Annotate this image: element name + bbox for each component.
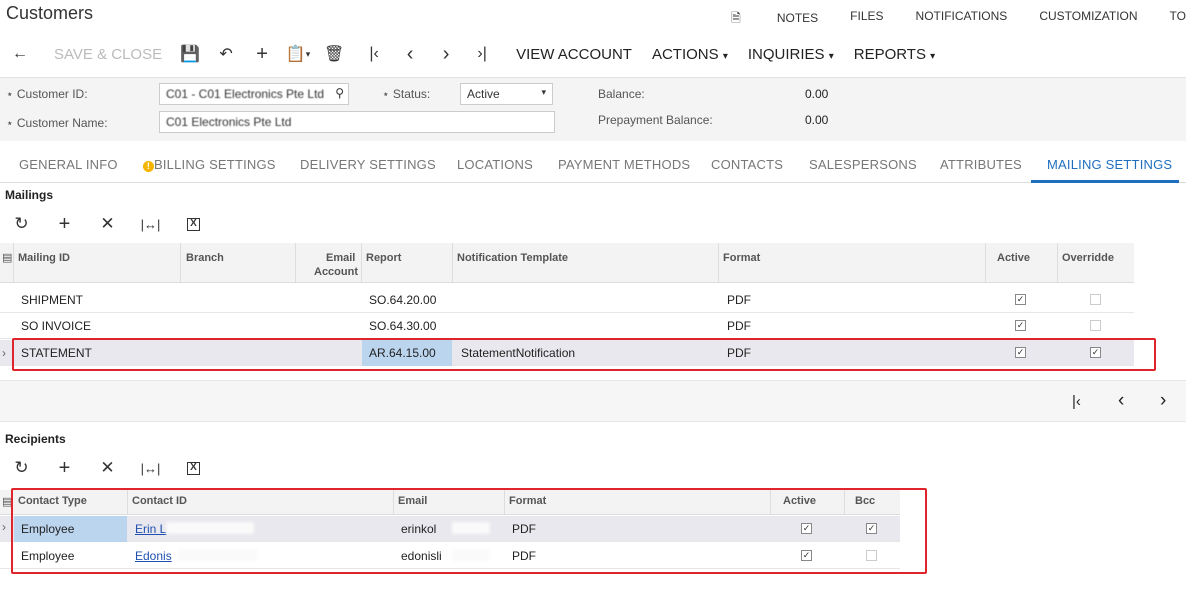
- col-mailing-id[interactable]: Mailing ID: [18, 252, 70, 264]
- mailings-grid-header: ▤ Mailing ID Branch Email Account Report…: [0, 243, 1134, 283]
- chevron-down-icon: ▾: [722, 50, 728, 62]
- tab-billing-settings[interactable]: ! BILLING SETTINGS: [143, 157, 276, 172]
- add-row-icon[interactable]: +: [43, 455, 86, 481]
- search-icon[interactable]: ⚲: [335, 86, 344, 100]
- tab-locations[interactable]: LOCATIONS: [457, 157, 533, 172]
- row-selector-icon: ›: [2, 520, 6, 534]
- recipients-section-title: Recipients: [5, 432, 66, 446]
- customer-name-field[interactable]: C01 Electronics Pte Ltd: [159, 111, 555, 133]
- export-excel-icon[interactable]: X: [172, 211, 215, 237]
- main-toolbar: ← SAVE & CLOSE 💾 ↶ + 📋 ▾ 🗑 |‹ ‹ › ›| VIEW…: [0, 36, 1186, 72]
- mailings-section-title: Mailings: [5, 188, 54, 202]
- fit-columns-icon[interactable]: |↔|: [129, 455, 172, 481]
- override-checkbox[interactable]: [1090, 320, 1101, 331]
- refresh-icon[interactable]: ↻: [0, 455, 43, 481]
- col-override[interactable]: Overridde: [1062, 252, 1114, 264]
- active-checkbox[interactable]: ✓: [1015, 320, 1026, 331]
- back-icon[interactable]: ←: [2, 39, 38, 69]
- row-selector-icon: ›: [2, 346, 6, 360]
- balance-label: Balance:: [598, 87, 645, 101]
- save-close-button[interactable]: SAVE & CLOSE: [44, 46, 172, 63]
- previous-record-icon[interactable]: ‹: [392, 39, 428, 69]
- tab-salespersons[interactable]: SALESPERSONS: [809, 157, 917, 172]
- tab-attributes[interactable]: ATTRIBUTES: [940, 157, 1022, 172]
- chevron-down-icon: ▾: [541, 87, 546, 97]
- status-select[interactable]: Active ▾: [460, 83, 553, 105]
- tab-delivery-settings[interactable]: DELIVERY SETTINGS: [300, 157, 436, 172]
- export-excel-icon[interactable]: X: [172, 455, 215, 481]
- customer-name-label: ⋆ Customer Name:: [6, 116, 108, 130]
- notifications-link[interactable]: NOTIFICATIONS: [916, 9, 1008, 30]
- files-link[interactable]: FILES: [850, 9, 883, 30]
- actions-menu[interactable]: ACTIONS ▾: [642, 46, 738, 63]
- tab-bar: GENERAL INFO ! BILLING SETTINGS DELIVERY …: [0, 143, 1186, 183]
- balance-value: 0.00: [805, 87, 829, 101]
- customization-link[interactable]: CUSTOMIZATION: [1039, 9, 1137, 30]
- chevron-down-icon: ▾: [828, 50, 834, 62]
- customer-id-field[interactable]: C01 - C01 Electronics Pte Ltd ⚲: [159, 83, 349, 105]
- reports-menu[interactable]: REPORTS ▾: [844, 46, 945, 63]
- inquiries-menu[interactable]: INQUIRIES ▾: [738, 46, 844, 63]
- tab-contacts[interactable]: CONTACTS: [711, 157, 783, 172]
- tools-link[interactable]: TO: [1170, 9, 1186, 30]
- notes-link[interactable]: 🗎 NOTES: [699, 9, 818, 30]
- chevron-down-icon: ▾: [930, 50, 936, 62]
- column-settings-icon[interactable]: ▤: [2, 251, 12, 264]
- col-report[interactable]: Report: [366, 252, 401, 264]
- delete-icon[interactable]: 🗑: [316, 39, 352, 69]
- col-format[interactable]: Format: [723, 252, 760, 264]
- previous-page-icon[interactable]: ‹: [1118, 390, 1124, 412]
- col-active[interactable]: Active: [997, 252, 1030, 264]
- tab-mailing-settings[interactable]: MAILING SETTINGS: [1047, 157, 1172, 172]
- save-icon[interactable]: 💾: [172, 39, 208, 69]
- undo-icon[interactable]: ↶: [208, 39, 244, 69]
- first-page-icon[interactable]: |‹: [1072, 393, 1081, 410]
- active-checkbox[interactable]: ✓: [1015, 294, 1026, 305]
- copy-paste-icon[interactable]: 📋 ▾: [280, 39, 316, 69]
- table-row[interactable]: SHIPMENT SO.64.20.00 PDF ✓: [0, 287, 1134, 313]
- mailings-pager: |‹ ‹ ›: [0, 380, 1186, 422]
- col-email-account-line2: Account: [314, 266, 358, 278]
- highlight-box-recipients: [11, 488, 927, 574]
- header-links: 🗎 NOTES FILES NOTIFICATIONS CUSTOMIZATION…: [667, 9, 1186, 30]
- prepayment-balance-value: 0.00: [805, 113, 829, 127]
- col-email-account[interactable]: Email: [326, 252, 355, 264]
- mailings-grid-toolbar: ↻ + ✕ |↔| X: [0, 211, 215, 237]
- customer-id-label: ⋆ Customer ID:: [6, 87, 88, 101]
- table-row[interactable]: SO INVOICE SO.64.30.00 PDF ✓: [0, 313, 1134, 339]
- col-branch[interactable]: Branch: [186, 252, 224, 264]
- recipients-grid-toolbar: ↻ + ✕ |↔| X: [0, 455, 215, 481]
- next-page-icon[interactable]: ›: [1160, 390, 1166, 412]
- last-record-icon[interactable]: ›|: [464, 39, 500, 69]
- warning-icon: !: [143, 161, 154, 172]
- refresh-icon[interactable]: ↻: [0, 211, 43, 237]
- tab-general-info[interactable]: GENERAL INFO: [19, 157, 118, 172]
- note-icon: 🗎: [731, 11, 741, 25]
- highlight-box-statement: [12, 338, 1156, 371]
- summary-panel: ⋆ Customer ID: C01 - C01 Electronics Pte…: [0, 77, 1186, 141]
- delete-row-icon[interactable]: ✕: [86, 455, 129, 481]
- col-notification-template[interactable]: Notification Template: [457, 252, 568, 264]
- add-icon[interactable]: +: [244, 39, 280, 69]
- first-record-icon[interactable]: |‹: [356, 39, 392, 69]
- view-account-button[interactable]: VIEW ACCOUNT: [506, 46, 642, 63]
- override-checkbox[interactable]: [1090, 294, 1101, 305]
- active-tab-indicator: [1031, 180, 1179, 183]
- page-title: Customers: [6, 3, 94, 23]
- status-label: ⋆ Status:: [382, 87, 431, 101]
- tab-payment-methods[interactable]: PAYMENT METHODS: [558, 157, 690, 172]
- prepayment-balance-label: Prepayment Balance:: [598, 113, 713, 127]
- next-record-icon[interactable]: ›: [428, 39, 464, 69]
- add-row-icon[interactable]: +: [43, 211, 86, 237]
- delete-row-icon[interactable]: ✕: [86, 211, 129, 237]
- fit-columns-icon[interactable]: |↔|: [129, 211, 172, 237]
